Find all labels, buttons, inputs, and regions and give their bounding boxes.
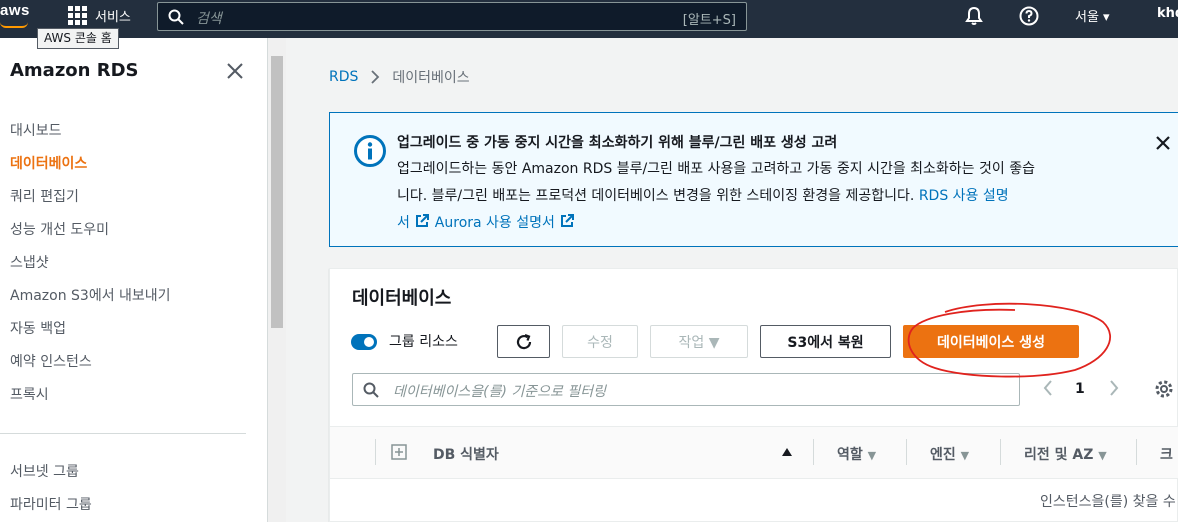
sidebar-item-databases[interactable]: 데이터베이스 (10, 153, 87, 173)
column-engine-label: 엔진 (930, 447, 956, 463)
external-link-icon (561, 214, 575, 227)
modify-button[interactable]: 수정 (562, 325, 638, 358)
info-flashbar: 업그레이드 중 가동 중지 시간을 최소화하기 위해 블루/그린 배포 생성 고… (329, 112, 1178, 247)
column-divider (1136, 439, 1137, 465)
refresh-icon (516, 333, 531, 349)
sidebar-item-dashboard[interactable]: 대시보드 (10, 120, 62, 140)
empty-state-text: 인스턴스을(를) 찾을 수 (1040, 494, 1176, 510)
search-shortcut: [알트+S] (682, 13, 736, 28)
caret-down-icon: ▼ (960, 449, 970, 462)
actions-dropdown[interactable]: 작업 ▼ (650, 325, 748, 358)
gear-icon[interactable] (1154, 379, 1174, 399)
aws-logo-smile (0, 22, 28, 28)
column-divider (375, 439, 376, 465)
close-icon[interactable] (1155, 135, 1171, 151)
column-size[interactable]: 크 (1160, 444, 1173, 464)
sidebar-divider (0, 433, 246, 434)
services-menu[interactable]: 서비스 (68, 5, 131, 25)
column-role[interactable]: 역할 ▼ (837, 444, 876, 464)
aurora-guide-link[interactable]: Aurora 사용 설명서 (435, 215, 555, 231)
chevron-right-icon[interactable] (1108, 379, 1120, 397)
create-database-button[interactable]: 데이터베이스 생성 (903, 325, 1079, 358)
column-divider (1000, 439, 1001, 465)
help-icon[interactable] (1019, 6, 1039, 26)
aws-logo[interactable]: aws (0, 2, 30, 28)
search-placeholder: 검색 (196, 11, 222, 27)
breadcrumb-current: 데이터베이스 (392, 70, 470, 86)
sidebar-item-parameter-groups[interactable]: 파라미터 그룹 (10, 494, 92, 514)
sidebar-item-performance-insights[interactable]: 성능 개선 도우미 (10, 219, 109, 239)
user-menu[interactable]: khd (1157, 6, 1178, 21)
caret-down-icon: ▼ (867, 449, 877, 462)
breadcrumb-rds[interactable]: RDS (329, 69, 358, 85)
console-home-tooltip: AWS 콘솔 홈 (37, 28, 119, 49)
column-divider (813, 439, 814, 465)
column-divider (906, 439, 907, 465)
search-input[interactable]: 검색 [알트+S] (157, 2, 747, 31)
caret-down-icon: ▼ (1098, 449, 1107, 462)
expand-all-icon[interactable] (391, 444, 407, 460)
table-header: DB 식별자 역할 ▼ 엔진 ▼ 리전 및 AZ ▼ 크 (330, 426, 1178, 479)
sidebar-item-snapshots[interactable]: 스냅샷 (10, 252, 49, 272)
close-icon[interactable] (226, 62, 244, 80)
column-region-label: 리전 및 AZ (1024, 447, 1094, 463)
sidebar-item-reserved-instances[interactable]: 예약 인스턴스 (10, 351, 92, 371)
flash-body: 업그레이드하는 동안 Amazon RDS 블루/그린 배포 사용을 고려하고 … (397, 156, 1132, 237)
top-navigation: aws 서비스 검색 [알트+S] 서울 ▾ khd (0, 0, 1178, 38)
sidebar-item-proxies[interactable]: 프록시 (10, 384, 49, 404)
services-label: 서비스 (95, 9, 131, 25)
sidebar-item-subnet-groups[interactable]: 서브넷 그룹 (10, 461, 79, 481)
panel-title: 데이터베이스 (352, 288, 452, 309)
flash-line-2: 니다. 블루/그린 배포는 프로덕션 데이터베이스 변경을 위한 스테이징 환경… (397, 188, 919, 204)
chevron-left-icon[interactable] (1042, 379, 1054, 397)
sidebar-item-s3-exports[interactable]: Amazon S3에서 내보내기 (10, 285, 171, 305)
search-icon (168, 9, 184, 25)
rds-guide-link-a[interactable]: RDS 사용 설명 (919, 188, 1009, 204)
column-region-az[interactable]: 리전 및 AZ ▼ (1024, 444, 1107, 464)
databases-panel: 데이터베이스 그룹 리소스 수정 작업 ▼ S3에서 복원 데이터베이스 생성 … (329, 268, 1178, 522)
rds-guide-link-b[interactable]: 서 (397, 215, 410, 231)
services-grid-icon (68, 5, 87, 25)
sidebar-item-automated-backups[interactable]: 자동 백업 (10, 318, 66, 338)
restore-from-s3-button[interactable]: S3에서 복원 (760, 325, 891, 358)
refresh-button[interactable] (497, 325, 550, 358)
region-selector[interactable]: 서울 ▾ (1075, 6, 1110, 25)
sidebar-item-query-editor[interactable]: 쿼리 편집기 (10, 186, 79, 206)
column-engine[interactable]: 엔진 ▼ (930, 444, 969, 464)
column-db-identifier[interactable]: DB 식별자 (433, 444, 499, 464)
search-icon (363, 382, 379, 398)
chevron-right-icon (371, 70, 380, 84)
sidebar-scrollbar-thumb[interactable] (271, 56, 283, 328)
group-resources-toggle[interactable] (351, 334, 377, 350)
sidebar-title: Amazon RDS (10, 60, 139, 81)
filter-input[interactable]: 데이터베이스을(를) 기준으로 필터링 (352, 373, 1020, 406)
external-link-icon (416, 214, 430, 227)
sort-ascending-icon[interactable] (781, 447, 793, 457)
sidebar: Amazon RDS 대시보드 데이터베이스 쿼리 편집기 성능 개선 도우미 … (0, 38, 268, 522)
flash-title: 업그레이드 중 가동 중지 시간을 최소화하기 위해 블루/그린 배포 생성 고… (397, 135, 838, 151)
aws-logo-text: aws (0, 2, 30, 19)
column-role-label: 역할 (837, 447, 863, 463)
group-resources-label: 그룹 리소스 (389, 334, 458, 350)
bell-icon[interactable] (964, 6, 984, 26)
flash-line-1: 업그레이드하는 동안 Amazon RDS 블루/그린 배포 사용을 고려하고 … (397, 161, 1035, 177)
filter-placeholder: 데이터베이스을(를) 기준으로 필터링 (393, 384, 607, 400)
breadcrumb: RDS 데이터베이스 (329, 67, 470, 87)
page-number[interactable]: 1 (1075, 381, 1085, 397)
info-icon (354, 135, 386, 167)
